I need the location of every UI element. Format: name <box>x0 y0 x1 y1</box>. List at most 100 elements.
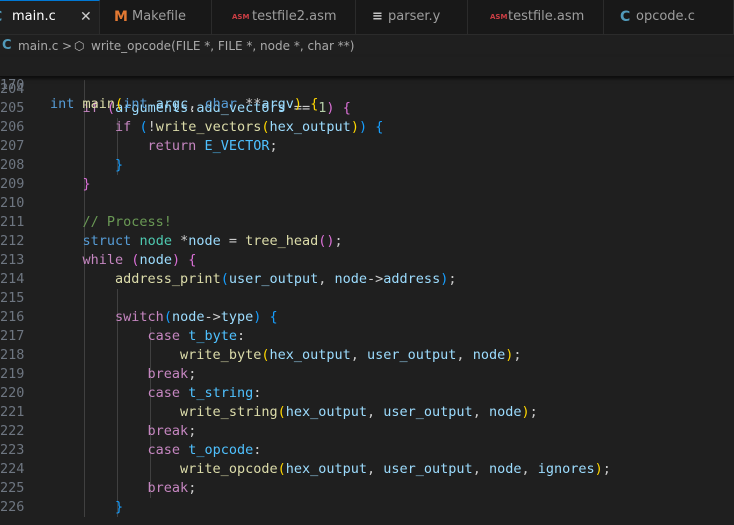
line-number: 221 <box>0 404 25 420</box>
code-token: ; <box>188 366 197 382</box>
code-token: t_opcode <box>188 442 254 458</box>
code-token: -> <box>204 309 221 325</box>
code-token: ( <box>115 96 124 112</box>
code-line: 209 } <box>0 175 734 194</box>
code-line: 226 } <box>0 498 734 517</box>
close-tab-icon[interactable]: ✕ <box>80 1 92 33</box>
tab-testfile2-asm[interactable]: ASM testfile2.asm <box>212 0 356 34</box>
makefile-icon: M <box>114 9 128 25</box>
code-line: 206 if (!write_vectors(hex_output)) { <box>0 118 734 137</box>
line-text: case t_byte: <box>50 327 246 346</box>
code-line: 219 break; <box>0 365 734 384</box>
code-token: ) <box>293 96 303 112</box>
code-line: 221 write_string(hex_output, user_output… <box>0 403 734 422</box>
asm-file-icon: ASM <box>490 13 508 21</box>
code-line: 207 return E_VECTOR; <box>0 137 734 156</box>
yacc-file-icon: ≡ <box>372 9 383 24</box>
code-token: } <box>115 499 124 515</box>
code-line: 208 } <box>0 156 734 175</box>
code-token: ) <box>521 404 530 420</box>
tab-label: testfile.asm <box>508 9 585 24</box>
code-token: node <box>139 252 172 268</box>
tab-makefile[interactable]: M Makefile <box>100 0 212 34</box>
tab-main-c[interactable]: Cmain.c ✕ <box>0 0 100 34</box>
code-line: 225 break; <box>0 479 734 498</box>
code-token: hex_output <box>285 461 368 477</box>
line-number: 208 <box>0 157 25 173</box>
tab-bar: Cmain.c✕MMakefileASMtestfile2.asm≡parser… <box>0 0 734 35</box>
code-token: write_string <box>180 404 278 420</box>
sticky-scroll-line[interactable]: 170 int main(int argc, char **argv) { <box>0 57 734 112</box>
code-token: { <box>188 252 197 268</box>
code-token: , <box>367 404 384 420</box>
line-text: // Process! <box>50 213 172 232</box>
code-token: write_opcode <box>180 461 278 477</box>
code-token: } <box>82 176 91 192</box>
code-token: user_output <box>383 461 473 477</box>
tab-label: Makefile <box>132 9 187 24</box>
code-token: break <box>147 366 189 382</box>
code-token: , <box>472 461 489 477</box>
code-token: : <box>253 385 262 401</box>
line-number: 222 <box>0 423 25 439</box>
code-token: int <box>50 96 75 112</box>
code-token: ; <box>529 404 538 420</box>
code-token: , <box>456 347 473 363</box>
code-token: node <box>488 404 522 420</box>
line-text: address_print(user_output, node->address… <box>50 270 456 289</box>
code-token: ** <box>237 96 262 112</box>
symbol-method-icon: ⬡ <box>74 39 85 53</box>
breadcrumb-file[interactable]: main.c <box>18 35 58 57</box>
code-line: 217 case t_byte: <box>0 327 734 346</box>
line-number: 210 <box>0 195 25 211</box>
code-token: node <box>188 233 221 249</box>
code-token: ; <box>334 233 343 249</box>
line-text: break; <box>50 365 197 384</box>
code-token: ) <box>326 100 335 116</box>
code-line: 210 <box>0 194 734 213</box>
line-text: return E_VECTOR; <box>50 137 278 156</box>
code-token: struct <box>82 233 132 249</box>
code-token: ( <box>220 271 229 287</box>
code-token: case <box>147 385 181 401</box>
code-token: user_output <box>383 404 473 420</box>
line-text: } <box>50 498 123 517</box>
tab-parser-y[interactable]: ≡ parser.y <box>356 0 468 34</box>
code-token: = <box>220 233 246 249</box>
tab-testfile-asm[interactable]: ASM testfile.asm <box>468 0 604 34</box>
line-number: 223 <box>0 442 25 458</box>
code-token: ) <box>350 119 359 135</box>
code-token: : <box>253 442 262 458</box>
code-token: node <box>488 461 522 477</box>
c-file-icon: C <box>0 1 2 33</box>
line-number: 218 <box>0 347 25 363</box>
code-token: hex_output <box>285 404 368 420</box>
code-token: user_output <box>367 347 457 363</box>
tab-opcode-c[interactable]: Copcode.c <box>604 0 734 34</box>
tab-label: testfile2.asm <box>252 9 337 24</box>
code-token: E_VECTOR <box>204 138 270 154</box>
code-token: // Process! <box>82 214 172 230</box>
code-token: tree_head <box>245 233 319 249</box>
code-token: case <box>147 442 181 458</box>
code-line: 220 case t_string: <box>0 384 734 403</box>
code-token: ( <box>277 461 286 477</box>
breadcrumb-symbol[interactable]: write_opcode(FILE *, FILE *, node *, cha… <box>91 35 354 57</box>
line-number: 170 <box>0 77 25 93</box>
code-token: { <box>310 96 319 112</box>
code-token: { <box>269 309 278 325</box>
